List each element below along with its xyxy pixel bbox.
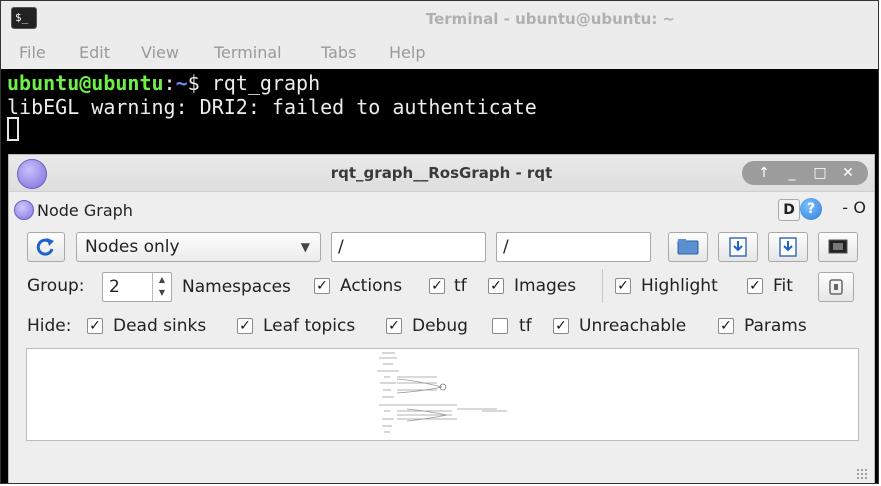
highlight-label: Highlight bbox=[641, 276, 718, 296]
node-graph-icon bbox=[14, 200, 34, 220]
pane-minimize-icon[interactable]: - bbox=[842, 198, 848, 217]
menu-edit[interactable]: Edit bbox=[79, 43, 110, 62]
unreachable-label: Unreachable bbox=[579, 316, 687, 336]
tf-option-checkbox[interactable]: ✓ bbox=[488, 278, 504, 294]
fit-label: Fit bbox=[773, 276, 793, 296]
leaf-topics-checkbox[interactable]: ✓ bbox=[237, 318, 253, 334]
menu-file[interactable]: File bbox=[19, 43, 46, 62]
save-image-icon bbox=[779, 237, 797, 257]
command-text: rqt_graph bbox=[211, 71, 321, 95]
spin-arrows-icon[interactable]: ▲ ▼ bbox=[152, 273, 171, 301]
dead-sinks-label: Dead sinks bbox=[113, 316, 207, 336]
terminal-titlebar[interactable]: $_ Terminal - ubuntu@ubuntu: ~ bbox=[1, 1, 878, 38]
terminal-title: Terminal - ubuntu@ubuntu: ~ bbox=[425, 10, 676, 28]
tf-option-label: tf bbox=[454, 276, 467, 296]
save-icon bbox=[729, 237, 747, 257]
graph-mode-select[interactable]: Nodes only ▼ bbox=[76, 232, 321, 262]
prompt-separator: : bbox=[163, 71, 176, 95]
load-dot-button[interactable] bbox=[668, 232, 708, 262]
namespaces-checkbox[interactable]: ✓ bbox=[314, 278, 330, 294]
actions-label: Actions bbox=[340, 276, 403, 296]
menu-view[interactable]: View bbox=[141, 43, 179, 62]
maximize-icon[interactable]: □ bbox=[810, 163, 830, 183]
prompt-user: ubuntu@ubuntu bbox=[7, 71, 164, 95]
rqt-window: rqt_graph__RosGraph - rqt ↑ _ □ ✕ Node G… bbox=[8, 154, 875, 483]
highlight-checkbox[interactable]: ✓ bbox=[615, 278, 631, 294]
prompt-symbol: $ bbox=[187, 71, 212, 95]
output-line: libEGL warning: DRI2: failed to authenti… bbox=[7, 95, 537, 119]
rqt-titlebar[interactable]: rqt_graph__RosGraph - rqt ↑ _ □ ✕ bbox=[9, 155, 874, 192]
terminal-menubar: File Edit View Terminal Tabs Help bbox=[1, 37, 878, 69]
open-folder-icon bbox=[677, 239, 699, 255]
hide-label: Hide: bbox=[27, 316, 72, 336]
fit-view-icon bbox=[829, 279, 843, 295]
resize-grip-icon[interactable] bbox=[856, 468, 868, 480]
pane-options-icon[interactable]: O bbox=[853, 198, 866, 217]
minimize-icon[interactable]: _ bbox=[782, 163, 802, 183]
window-controls: ↑ _ □ ✕ bbox=[742, 161, 868, 185]
params-checkbox[interactable]: ✓ bbox=[718, 318, 734, 334]
actions-checkbox[interactable]: ✓ bbox=[429, 278, 445, 294]
debug-label: Debug bbox=[412, 316, 468, 336]
prompt-line: ubuntu@ubuntu:~$ rqt_graph bbox=[7, 71, 320, 95]
prompt-path: ~ bbox=[175, 71, 188, 95]
group-label: Group: bbox=[27, 276, 85, 296]
debug-checkbox[interactable]: ✓ bbox=[386, 318, 402, 334]
node-graph-thumbnail bbox=[377, 352, 507, 433]
close-icon[interactable]: ✕ bbox=[838, 163, 858, 183]
unreachable-checkbox[interactable]: ✓ bbox=[553, 318, 569, 334]
dock-d-icon[interactable]: D bbox=[778, 199, 800, 221]
menu-terminal[interactable]: Terminal bbox=[214, 43, 282, 62]
leaf-topics-label: Leaf topics bbox=[263, 316, 356, 336]
group-value: 2 bbox=[109, 277, 120, 297]
keep-above-icon[interactable]: ↑ bbox=[754, 163, 774, 183]
hide-tf-label: tf bbox=[519, 316, 532, 336]
dead-sinks-checkbox[interactable]: ✓ bbox=[87, 318, 103, 334]
fit-checkbox[interactable]: ✓ bbox=[747, 278, 763, 294]
node-filter-input[interactable]: / bbox=[331, 232, 486, 262]
images-label: Images bbox=[514, 276, 577, 296]
graph-mode-value: Nodes only bbox=[85, 237, 180, 257]
screenshot-icon bbox=[828, 239, 848, 254]
chevron-down-icon: ▼ bbox=[300, 240, 310, 254]
divider bbox=[602, 269, 603, 303]
graph-canvas[interactable] bbox=[26, 348, 859, 441]
save-dot-button[interactable] bbox=[718, 232, 758, 262]
menu-help[interactable]: Help bbox=[389, 43, 425, 62]
hide-tf-checkbox[interactable] bbox=[492, 318, 508, 334]
refresh-button[interactable] bbox=[27, 232, 65, 262]
save-image-button[interactable] bbox=[768, 232, 808, 262]
refresh-icon bbox=[36, 238, 54, 256]
screenshot-button[interactable] bbox=[818, 232, 858, 262]
fit-view-button[interactable] bbox=[818, 272, 854, 302]
group-spinbox[interactable]: 2 ▲ ▼ bbox=[102, 272, 172, 302]
screen: $_ Terminal - ubuntu@ubuntu: ~ File Edit… bbox=[0, 0, 879, 484]
params-label: Params bbox=[744, 316, 807, 336]
namespaces-label: Namespaces bbox=[182, 277, 291, 297]
text-cursor bbox=[7, 117, 19, 141]
help-icon[interactable]: ? bbox=[800, 198, 822, 220]
menu-tabs[interactable]: Tabs bbox=[321, 43, 356, 62]
topic-filter-input[interactable]: / bbox=[496, 232, 651, 262]
pane-header: Node Graph D ? - O bbox=[9, 192, 874, 226]
pane-title: Node Graph bbox=[37, 201, 133, 220]
